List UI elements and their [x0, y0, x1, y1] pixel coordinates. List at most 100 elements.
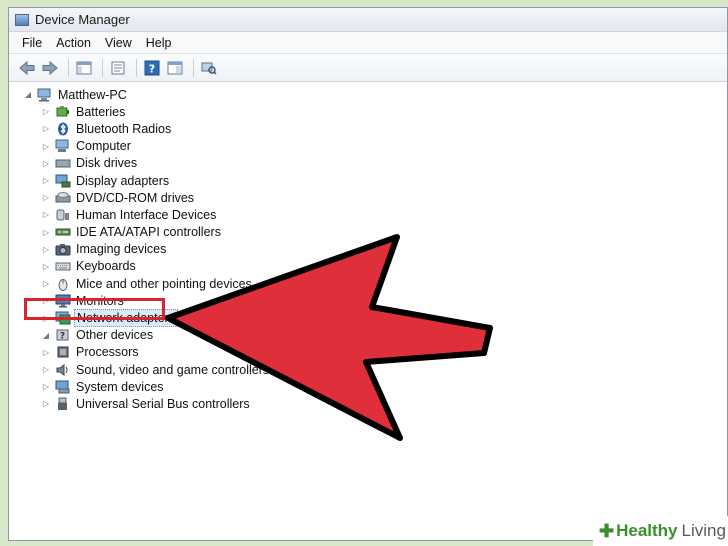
collapse-icon[interactable]: ◢ — [23, 90, 33, 100]
speaker-icon — [55, 363, 71, 377]
back-arrow-icon[interactable] — [17, 59, 37, 77]
tree-item-system-devices[interactable]: ▷ System devices — [9, 378, 727, 395]
watermark: ✚ Healthy Living — [593, 516, 728, 546]
toolbar-separator — [136, 58, 137, 77]
tree-item-imaging-devices[interactable]: ▷ Imaging devices — [9, 241, 727, 258]
expand-icon[interactable]: ▷ — [41, 193, 51, 203]
expand-icon[interactable]: ▷ — [41, 347, 51, 357]
other-devices-icon: ? — [55, 328, 71, 342]
tree-item-processors[interactable]: ▷ Processors — [9, 344, 727, 361]
tree-item-label: Processors — [76, 345, 139, 360]
battery-icon — [55, 105, 71, 119]
tree-item-label: Imaging devices — [76, 242, 167, 257]
forward-arrow-icon[interactable] — [40, 59, 60, 77]
device-manager-window: Device Manager File Action View Help ? ◢… — [8, 7, 728, 541]
svg-text:?: ? — [60, 332, 65, 342]
computer-icon — [37, 88, 53, 102]
menu-action[interactable]: Action — [49, 36, 98, 50]
tree-item-label: IDE ATA/ATAPI controllers — [76, 225, 221, 240]
hid-icon — [55, 208, 71, 222]
expand-icon[interactable]: ▷ — [41, 158, 51, 168]
tree-item-label: Display adapters — [76, 173, 170, 188]
tree-item-label: Mice and other pointing devices — [76, 276, 252, 291]
toolbar-separator — [193, 58, 194, 77]
tree-item-sound-video-and-game-controllers[interactable]: ▷ Sound, video and game controllers — [9, 361, 727, 378]
tree-item-label: Computer — [76, 139, 131, 154]
tree-item-label: Universal Serial Bus controllers — [76, 396, 250, 411]
expand-icon[interactable]: ▷ — [41, 227, 51, 237]
tree-item-universal-serial-bus-controllers[interactable]: ▷ Universal Serial Bus controllers — [9, 395, 727, 412]
healthy-living-logo-icon: ✚ — [599, 520, 615, 541]
dvd-drive-icon — [55, 191, 71, 205]
bluetooth-icon — [55, 122, 71, 136]
usb-icon — [55, 397, 71, 411]
expand-icon[interactable]: ▷ — [41, 382, 51, 392]
toolbar: ? — [9, 54, 727, 82]
tree-item-human-interface-devices[interactable]: ▷ Human Interface Devices — [9, 206, 727, 223]
tree-item-computer[interactable]: ▷ Computer — [9, 138, 727, 155]
monitor-icon — [55, 294, 71, 308]
tree-item-ide-ata-atapi-controllers[interactable]: ▷ IDE ATA/ATAPI controllers — [9, 224, 727, 241]
tree-item-label: DVD/CD-ROM drives — [76, 190, 195, 205]
mouse-icon — [55, 277, 71, 291]
tree-root[interactable]: ◢ Matthew-PC — [9, 86, 727, 103]
menu-help[interactable]: Help — [139, 36, 179, 50]
toolbar-separator — [68, 58, 69, 77]
tree-item-monitors[interactable]: ▷ Monitors — [9, 292, 727, 309]
tree-item-label: Batteries — [76, 104, 126, 119]
expand-icon[interactable]: ▷ — [41, 279, 51, 289]
tree-root-label: Matthew-PC — [58, 87, 127, 102]
device-tree: ◢ Matthew-PC ▷ Batteries ▷ Bluetooth Rad… — [9, 83, 727, 540]
tree-item-disk-drives[interactable]: ▷ Disk drives — [9, 155, 727, 172]
tree-item-label: Keyboards — [76, 259, 136, 274]
camera-icon — [55, 242, 71, 256]
tree-item-network-adapters[interactable]: ▷ Network adapters — [9, 309, 727, 328]
show-hide-tree-icon[interactable] — [74, 59, 94, 77]
tree-item-label: Bluetooth Radios — [76, 121, 172, 136]
disk-drive-icon — [55, 156, 71, 170]
tree-item-label: Network adapters — [74, 309, 178, 328]
tree-item-display-adapters[interactable]: ▷ Display adapters — [9, 172, 727, 189]
expand-icon[interactable]: ▷ — [41, 107, 51, 117]
expand-icon[interactable]: ▷ — [41, 313, 51, 323]
properties-icon[interactable] — [108, 59, 128, 77]
scan-hardware-icon[interactable] — [199, 59, 219, 77]
expand-icon[interactable]: ▷ — [41, 176, 51, 186]
ide-controller-icon — [55, 225, 71, 239]
expand-icon[interactable]: ▷ — [41, 210, 51, 220]
help-icon[interactable]: ? — [142, 59, 162, 77]
menu-file[interactable]: File — [15, 36, 49, 50]
expand-icon[interactable]: ▷ — [41, 141, 51, 151]
expand-icon[interactable]: ◢ — [41, 330, 51, 340]
tree-item-other-devices[interactable]: ◢ ? Other devices — [9, 327, 727, 344]
svg-text:?: ? — [149, 62, 155, 75]
expand-icon[interactable]: ▷ — [41, 124, 51, 134]
tree-item-dvd-cd-rom-drives[interactable]: ▷ DVD/CD-ROM drives — [9, 189, 727, 206]
toolbar-separator — [102, 58, 103, 77]
computer-icon — [55, 139, 71, 153]
window-title: Device Manager — [35, 12, 130, 27]
tree-item-keyboards[interactable]: ▷ Keyboards — [9, 258, 727, 275]
keyboard-icon — [55, 259, 71, 273]
tree-item-label: Sound, video and game controllers — [76, 362, 270, 377]
expand-icon[interactable]: ▷ — [41, 399, 51, 409]
tree-item-label: Monitors — [76, 293, 124, 308]
processor-icon — [55, 345, 71, 359]
expand-icon[interactable]: ▷ — [41, 365, 51, 375]
action-pane-icon[interactable] — [165, 59, 185, 77]
expand-icon[interactable]: ▷ — [41, 261, 51, 271]
menu-view[interactable]: View — [98, 36, 139, 50]
tree-item-batteries[interactable]: ▷ Batteries — [9, 103, 727, 120]
tree-item-label: Other devices — [76, 328, 154, 343]
network-adapter-icon — [55, 311, 71, 325]
expand-icon[interactable]: ▷ — [41, 296, 51, 306]
tree-item-bluetooth-radios[interactable]: ▷ Bluetooth Radios — [9, 120, 727, 137]
tree-item-mice-and-other-pointing-devices[interactable]: ▷ Mice and other pointing devices — [9, 275, 727, 292]
device-manager-app-icon — [15, 13, 29, 26]
tree-item-label: System devices — [76, 379, 164, 394]
system-devices-icon — [55, 380, 71, 394]
tree-item-label: Disk drives — [76, 156, 138, 171]
expand-icon[interactable]: ▷ — [41, 244, 51, 254]
watermark-brand-2: Living — [681, 521, 726, 540]
display-adapter-icon — [55, 174, 71, 188]
